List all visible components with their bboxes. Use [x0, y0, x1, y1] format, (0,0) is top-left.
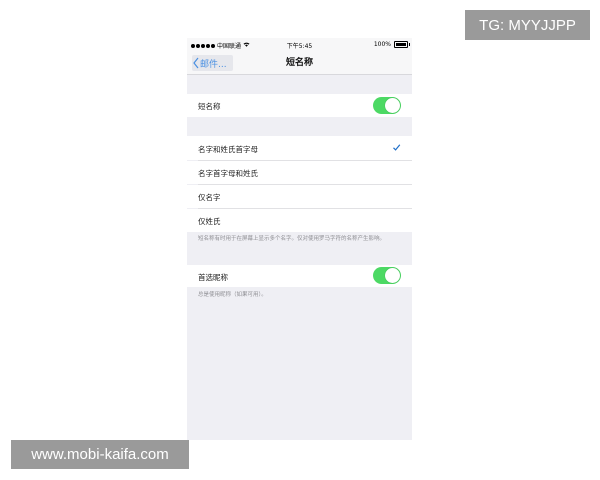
options-footer-note: 短名称有时用于在屏幕上显示多个名字。仅对使用罗马字符的名称产生影响。: [198, 236, 386, 242]
option-label: 仅名字: [198, 193, 221, 202]
toggle-knob: [385, 268, 400, 283]
battery-percent: 100%: [373, 41, 391, 48]
checkmark-icon: [393, 144, 401, 151]
option-row[interactable]: 名字和姓氏首字母: [187, 136, 412, 160]
nickname-label: 首选昵称: [198, 273, 228, 282]
toggle-knob: [385, 98, 400, 113]
option-label: 名字和姓氏首字母: [198, 145, 258, 154]
battery-icon: [394, 41, 410, 48]
navigation-bar: 短名称 邮件...: [187, 52, 412, 75]
nickname-footer-note: 总是使用昵称（如果可用）。: [198, 292, 267, 298]
option-label: 仅姓氏: [198, 217, 221, 226]
back-button-label: 邮件...: [200, 59, 227, 70]
watermark-bottom: www.mobi-kaifa.com: [11, 440, 189, 469]
back-button[interactable]: 邮件...: [192, 55, 233, 71]
short-name-label: 短名称: [198, 102, 221, 111]
nickname-cell: 首选昵称: [187, 265, 412, 287]
nickname-toggle[interactable]: [373, 267, 401, 284]
chevron-left-icon: [193, 57, 199, 69]
status-right: 100%: [373, 41, 410, 48]
watermark-top: TG: MYYJJPP: [465, 10, 590, 40]
option-row[interactable]: 名字首字母和姓氏: [187, 161, 412, 184]
status-bar: 中国联通 下午5:45 100%: [187, 38, 412, 52]
phone-screen: 中国联通 下午5:45 100% 短名称 邮件... 短名称 名字和姓氏首字母: [187, 38, 412, 440]
option-row[interactable]: 仅姓氏: [187, 209, 412, 232]
short-name-cell: 短名称: [187, 94, 412, 117]
option-row[interactable]: 仅名字: [187, 185, 412, 208]
short-name-toggle[interactable]: [373, 97, 401, 114]
option-label: 名字首字母和姓氏: [198, 169, 258, 178]
